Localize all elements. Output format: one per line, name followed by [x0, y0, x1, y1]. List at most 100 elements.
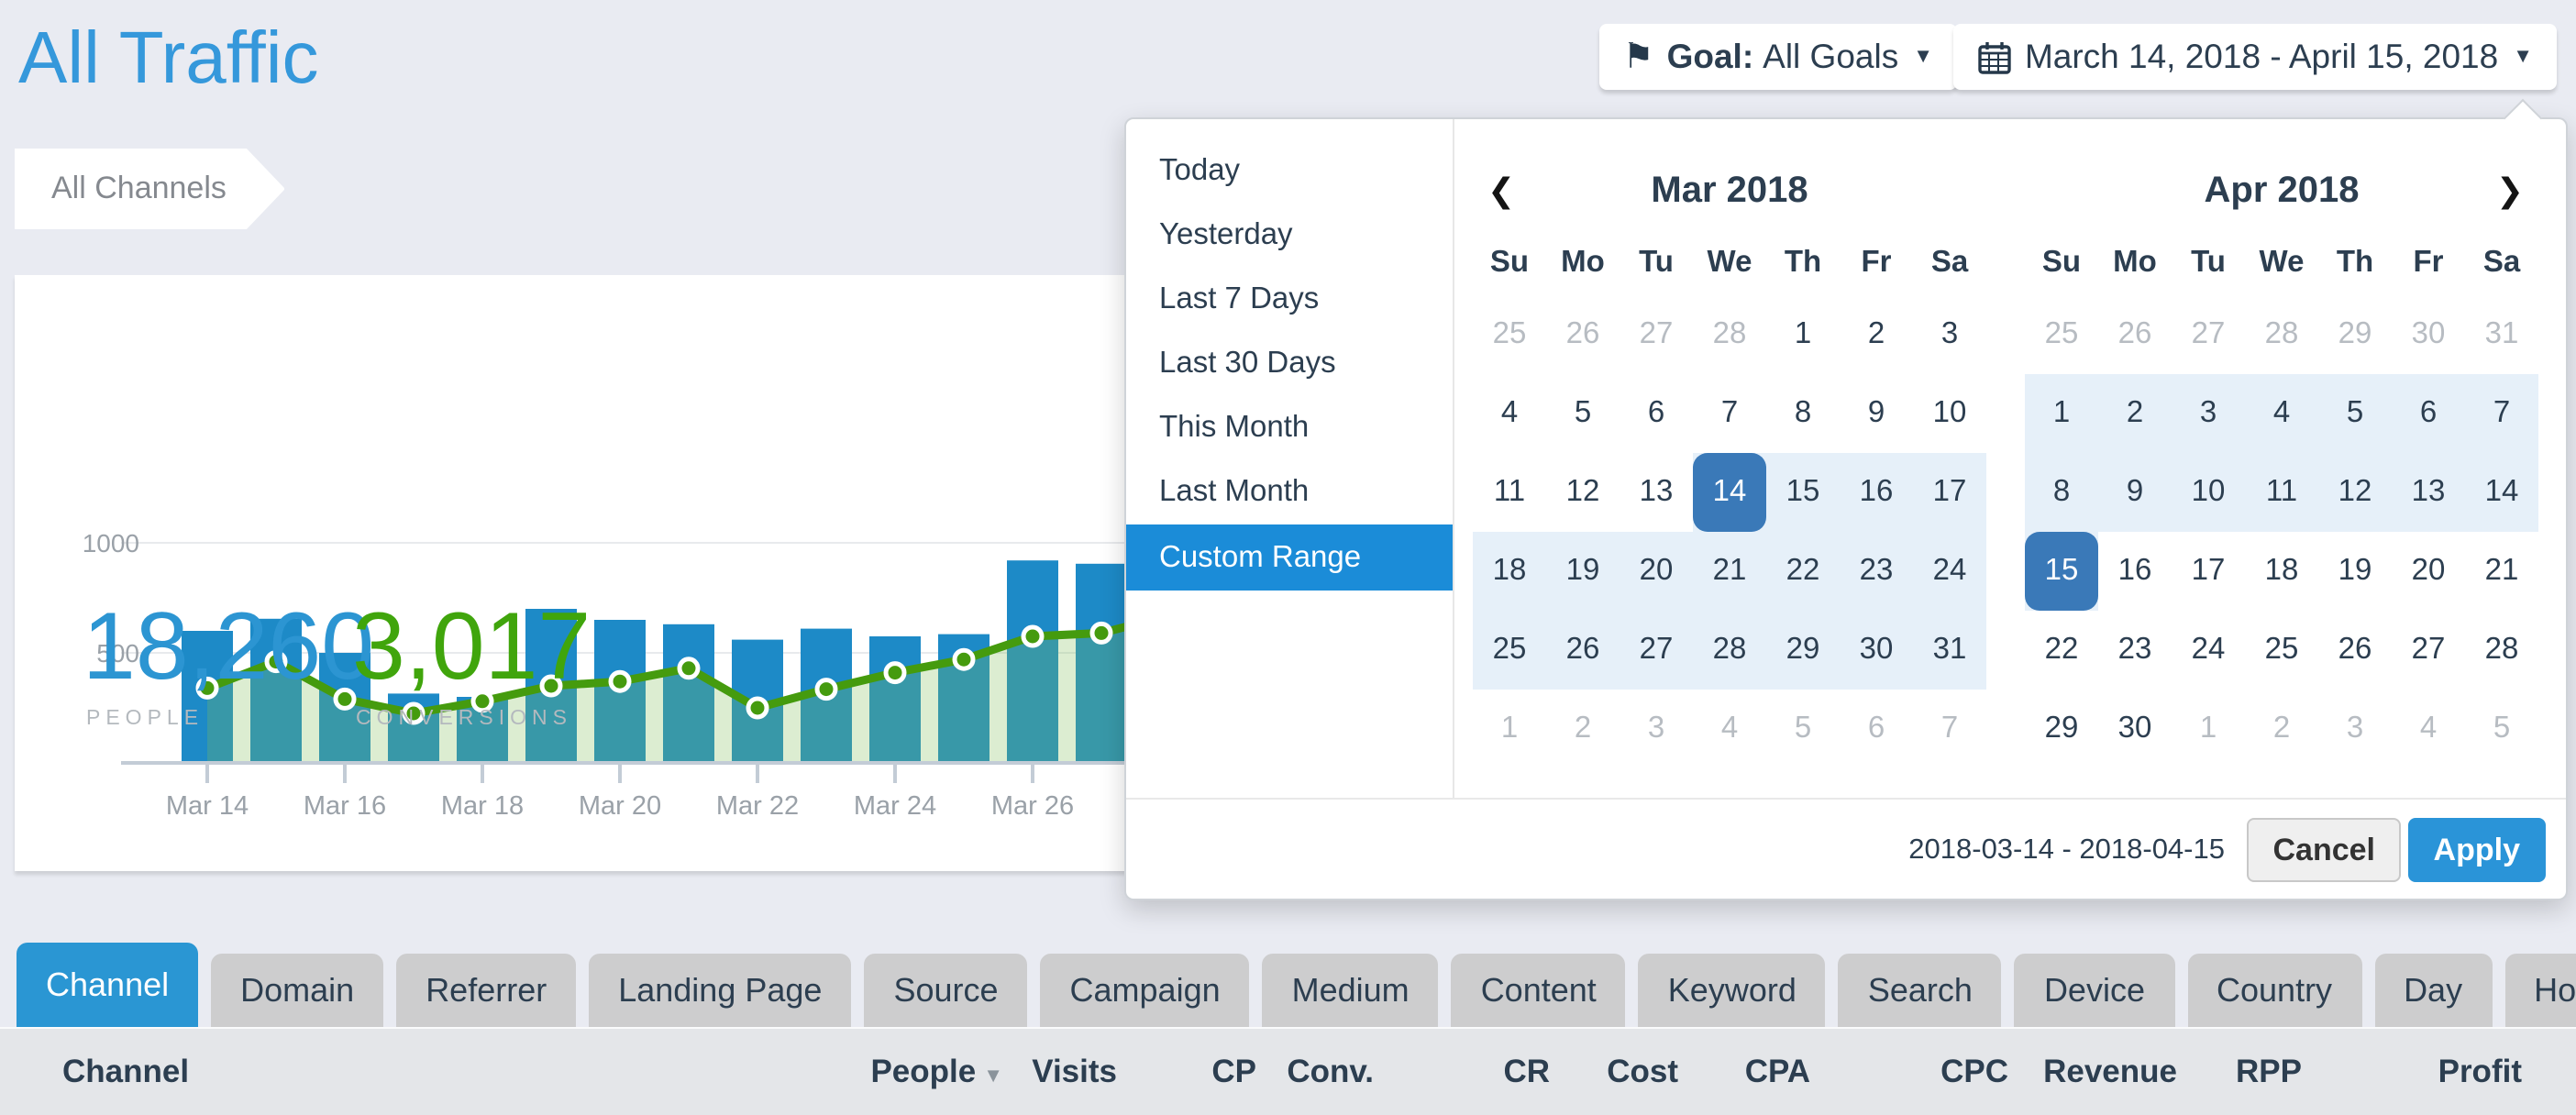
calendar-day[interactable]: 26	[1546, 295, 1620, 374]
calendar-day[interactable]: 2	[2245, 690, 2318, 768]
calendar-day[interactable]: 27	[1620, 611, 1693, 690]
calendar-prev-icon[interactable]: ❮	[1487, 152, 1515, 229]
cancel-button[interactable]: Cancel	[2248, 818, 2402, 882]
calendar-day[interactable]: 25	[1473, 295, 1546, 374]
preset-last-month[interactable]: Last Month	[1126, 460, 1453, 524]
calendar-day[interactable]: 5	[2465, 690, 2538, 768]
preset-this-month[interactable]: This Month	[1126, 396, 1453, 460]
calendar-day[interactable]: 31	[1913, 611, 1986, 690]
column-header-cpa[interactable]: CPA	[1678, 1053, 1810, 1091]
calendar-day[interactable]: 25	[2245, 611, 2318, 690]
calendar-day[interactable]: 4	[2245, 374, 2318, 453]
calendar-day[interactable]: 27	[1620, 295, 1693, 374]
calendar-day[interactable]: 10	[1913, 374, 1986, 453]
tab-hour[interactable]: Hour	[2504, 954, 2576, 1027]
calendar-day[interactable]: 27	[2392, 611, 2465, 690]
calendar-day[interactable]: 17	[2172, 532, 2245, 611]
preset-yesterday[interactable]: Yesterday	[1126, 204, 1453, 268]
calendar-day[interactable]: 26	[2318, 611, 2392, 690]
tab-keyword[interactable]: Keyword	[1639, 954, 1826, 1027]
calendar-day[interactable]: 5	[1546, 374, 1620, 453]
calendar-day-selected[interactable]: 15	[2025, 532, 2098, 611]
tab-domain[interactable]: Domain	[211, 954, 383, 1027]
calendar-day[interactable]: 26	[2098, 295, 2172, 374]
calendar-day[interactable]: 12	[2318, 453, 2392, 532]
calendar-day[interactable]: 1	[2025, 374, 2098, 453]
calendar-day[interactable]: 12	[1546, 453, 1620, 532]
column-header-visits[interactable]: Visits	[1003, 1053, 1117, 1091]
calendar-day[interactable]: 28	[2245, 295, 2318, 374]
calendar-day[interactable]: 24	[1913, 532, 1986, 611]
calendar-day[interactable]: 19	[1546, 532, 1620, 611]
column-header-revenue[interactable]: Revenue	[2008, 1053, 2177, 1091]
calendar-day[interactable]: 1	[1766, 295, 1840, 374]
calendar-day[interactable]: 29	[1766, 611, 1840, 690]
calendar-day[interactable]: 16	[1840, 453, 1913, 532]
tab-country[interactable]: Country	[2187, 954, 2361, 1027]
apply-button[interactable]: Apply	[2408, 818, 2546, 882]
preset-custom-range[interactable]: Custom Range	[1126, 524, 1453, 591]
calendar-day[interactable]: 3	[2318, 690, 2392, 768]
calendar-day-selected[interactable]: 14	[1693, 453, 1766, 532]
column-header-conv[interactable]: Conv.	[1256, 1053, 1374, 1091]
calendar-day[interactable]: 28	[1693, 611, 1766, 690]
calendar-day[interactable]: 19	[2318, 532, 2392, 611]
tab-day[interactable]: Day	[2374, 954, 2492, 1027]
tab-landing-page[interactable]: Landing Page	[589, 954, 851, 1027]
preset-last-7-days[interactable]: Last 7 Days	[1126, 268, 1453, 332]
calendar-day[interactable]: 30	[2098, 690, 2172, 768]
calendar-day[interactable]: 26	[1546, 611, 1620, 690]
calendar-day[interactable]: 6	[1840, 690, 1913, 768]
calendar-day[interactable]: 28	[2465, 611, 2538, 690]
calendar-day[interactable]: 11	[2245, 453, 2318, 532]
calendar-day[interactable]: 14	[2465, 453, 2538, 532]
calendar-day[interactable]: 10	[2172, 453, 2245, 532]
column-header-profit[interactable]: Profit	[2302, 1053, 2522, 1091]
calendar-day[interactable]: 25	[1473, 611, 1546, 690]
calendar-day[interactable]: 30	[2392, 295, 2465, 374]
calendar-day[interactable]: 31	[2465, 295, 2538, 374]
calendar-day[interactable]: 5	[1766, 690, 1840, 768]
calendar-day[interactable]: 29	[2318, 295, 2392, 374]
calendar-day[interactable]: 9	[1840, 374, 1913, 453]
tab-channel[interactable]: Channel	[17, 943, 198, 1027]
calendar-day[interactable]: 4	[1693, 690, 1766, 768]
calendar-day[interactable]: 3	[1620, 690, 1693, 768]
calendar-day[interactable]: 21	[2465, 532, 2538, 611]
calendar-day[interactable]: 27	[2172, 295, 2245, 374]
calendar-day[interactable]: 17	[1913, 453, 1986, 532]
calendar-day[interactable]: 20	[2392, 532, 2465, 611]
calendar-day[interactable]: 29	[2025, 690, 2098, 768]
preset-today[interactable]: Today	[1126, 139, 1453, 204]
column-header-channel[interactable]: Channel	[0, 1053, 849, 1091]
calendar-day[interactable]: 7	[2465, 374, 2538, 453]
calendar-next-icon[interactable]: ❯	[2496, 152, 2524, 229]
calendar-day[interactable]: 6	[2392, 374, 2465, 453]
calendar-day[interactable]: 2	[1840, 295, 1913, 374]
calendar-day[interactable]: 22	[2025, 611, 2098, 690]
calendar-day[interactable]: 20	[1620, 532, 1693, 611]
column-header-people[interactable]: People▼	[849, 1053, 1003, 1091]
tab-medium[interactable]: Medium	[1263, 954, 1439, 1027]
calendar-day[interactable]: 4	[1473, 374, 1546, 453]
calendar-day[interactable]: 8	[2025, 453, 2098, 532]
calendar-day[interactable]: 3	[1913, 295, 1986, 374]
calendar-day[interactable]: 18	[2245, 532, 2318, 611]
calendar-day[interactable]: 13	[1620, 453, 1693, 532]
tab-device[interactable]: Device	[2015, 954, 2174, 1027]
calendar-day[interactable]: 28	[1693, 295, 1766, 374]
tab-source[interactable]: Source	[864, 954, 1027, 1027]
calendar-day[interactable]: 5	[2318, 374, 2392, 453]
tab-search[interactable]: Search	[1839, 954, 2002, 1027]
calendar-day[interactable]: 13	[2392, 453, 2465, 532]
calendar-day[interactable]: 23	[2098, 611, 2172, 690]
calendar-day[interactable]: 16	[2098, 532, 2172, 611]
calendar-day[interactable]: 21	[1693, 532, 1766, 611]
date-range-button[interactable]: March 14, 2018 - April 15, 2018 ▼	[1953, 24, 2557, 90]
calendar-day[interactable]: 2	[2098, 374, 2172, 453]
column-header-rpp[interactable]: RPP	[2177, 1053, 2302, 1091]
calendar-day[interactable]: 11	[1473, 453, 1546, 532]
column-header-cost[interactable]: Cost	[1550, 1053, 1678, 1091]
calendar-day[interactable]: 15	[1766, 453, 1840, 532]
calendar-day[interactable]: 9	[2098, 453, 2172, 532]
